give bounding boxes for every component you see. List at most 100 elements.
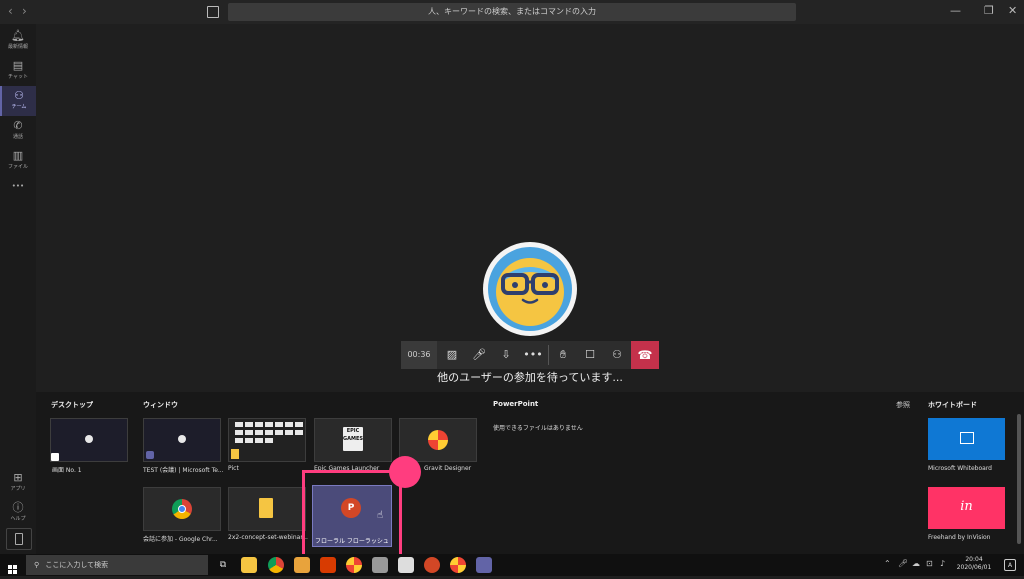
- back-button[interactable]: ‹: [8, 4, 13, 18]
- rail-item-label: ヘルプ: [10, 516, 26, 522]
- invision-icon: in: [960, 499, 973, 514]
- divider: [548, 345, 549, 365]
- desktop-screen-thumbnail[interactable]: [50, 418, 128, 462]
- window-thumbnail-zip[interactable]: [228, 487, 306, 531]
- teams-icon: [146, 451, 154, 459]
- taskbar-search-input[interactable]: ⚲ ここに入力して検索: [26, 555, 208, 575]
- desktop-section-header: デスクトップ: [51, 401, 93, 409]
- rail-item-label: チャット: [8, 74, 28, 80]
- raise-hand-button[interactable]: ✋︎: [550, 341, 576, 369]
- waiting-message: 他のユーザーの参加を待っています...: [437, 371, 623, 384]
- window-thumbnail-chrome[interactable]: [143, 487, 221, 531]
- monitor-icon: [51, 453, 59, 461]
- close-button[interactable]: ✕: [1008, 4, 1017, 17]
- compose-icon[interactable]: [207, 6, 219, 18]
- window-section-header: ウィンドウ: [143, 401, 178, 409]
- rail-item-calls[interactable]: ✆ 通話: [0, 116, 36, 146]
- network-icon[interactable]: ⊡: [926, 559, 933, 568]
- epic-games-icon[interactable]: [398, 557, 414, 573]
- participants-button[interactable]: ⚇: [604, 341, 630, 369]
- device-button[interactable]: [6, 528, 32, 550]
- whiteboard-icon: [960, 432, 974, 444]
- title-bar: ‹ › 人、キーワードの検索、またはコマンドの入力 — ❐ ✕: [0, 0, 1024, 24]
- app-icon[interactable]: [372, 557, 388, 573]
- rail-item-chat[interactable]: ▤ チャット: [0, 56, 36, 86]
- powerpoint-section-header: PowerPoint: [493, 400, 539, 408]
- gravit-designer-icon[interactable]: [450, 557, 466, 573]
- browse-button[interactable]: 参照: [896, 400, 910, 410]
- app-rail: 🔔︎ 最新情報 ▤ チャット ⚇ チーム ✆ 通話 ▥ ファイル ••• ⊞ ア…: [0, 24, 36, 554]
- powerpoint-icon[interactable]: [424, 557, 440, 573]
- notification-icon[interactable]: A: [1004, 559, 1016, 571]
- tray-scrollbar[interactable]: [1017, 414, 1021, 544]
- mobile-icon: [15, 533, 23, 545]
- office-icon[interactable]: [320, 557, 336, 573]
- window-thumbnail-gravit[interactable]: [399, 418, 477, 462]
- rail-item-label: アプリ: [10, 486, 26, 492]
- help-icon: ⓘ: [12, 501, 24, 514]
- taskbar-search-placeholder: ここに入力して検索: [45, 561, 109, 569]
- file-explorer-icon[interactable]: [241, 557, 257, 573]
- thumbnail-caption: Microsoft Whiteboard: [928, 465, 992, 472]
- phone-icon: ✆: [13, 119, 23, 132]
- clock-date: 2020/06/01: [956, 564, 992, 571]
- selection-highlight: [302, 470, 402, 560]
- microsoft-whiteboard-tile[interactable]: [928, 418, 1005, 460]
- chat-button[interactable]: ☐: [577, 341, 603, 369]
- cloud-icon[interactable]: ☁︎: [912, 559, 920, 568]
- microphone-icon: 🎤︎: [472, 348, 486, 361]
- window-thumbnail-teams[interactable]: [143, 418, 221, 462]
- avatar: [178, 435, 186, 443]
- teams-icon[interactable]: [476, 557, 492, 573]
- zip-folder-icon: [259, 498, 273, 518]
- share-button[interactable]: ⇩: [493, 341, 519, 369]
- epic-games-icon: EPIC GAMES: [343, 427, 363, 451]
- share-screen-icon: ⇩: [501, 348, 511, 361]
- clock-time: 20:04: [965, 556, 983, 563]
- thumbnail-caption: TEST (会議) | Microsoft Te...: [143, 467, 223, 474]
- mic-toggle-button[interactable]: 🎤︎: [466, 341, 492, 369]
- chat-icon: ▤: [12, 59, 24, 72]
- command-search-input[interactable]: 人、キーワードの検索、またはコマンドの入力: [228, 3, 796, 21]
- task-view-icon[interactable]: ⧉: [215, 557, 231, 573]
- thumbnail-caption: Pict: [228, 465, 239, 472]
- rail-item-label: ファイル: [7, 164, 28, 170]
- no-files-message: 使用できるファイルはありません: [493, 425, 583, 432]
- more-actions-button[interactable]: •••: [520, 341, 546, 369]
- hang-up-icon: ☎︎: [637, 348, 653, 362]
- thumbnail-caption: Freehand by InVision: [928, 534, 991, 541]
- gravit-designer-icon[interactable]: [346, 557, 362, 573]
- chrome-icon[interactable]: [268, 557, 284, 573]
- minimize-button[interactable]: —: [950, 4, 961, 17]
- thumbnail-caption: 画面 No. 1: [52, 467, 82, 474]
- camera-toggle-button[interactable]: ▨: [439, 341, 465, 369]
- chevron-up-icon[interactable]: ⌃: [884, 559, 891, 568]
- forward-button[interactable]: ›: [22, 4, 27, 18]
- rail-item-help[interactable]: ⓘ ヘルプ: [0, 498, 36, 528]
- volume-icon[interactable]: ♪: [940, 559, 945, 568]
- chat-bubble-icon: ☐: [585, 348, 595, 361]
- rail-item-activity[interactable]: 🔔︎ 最新情報: [0, 26, 36, 56]
- bell-icon: 🔔︎: [11, 29, 25, 42]
- hang-up-button[interactable]: ☎︎: [631, 341, 659, 369]
- windows-start-icon[interactable]: [8, 560, 18, 574]
- rail-item-files[interactable]: ▥ ファイル: [0, 146, 36, 176]
- window-thumbnail-epic[interactable]: EPIC GAMES: [314, 418, 392, 462]
- restore-button[interactable]: ❐: [984, 4, 994, 17]
- more-apps-button[interactable]: •••: [0, 182, 36, 190]
- taskbar-clock[interactable]: 20:04 2020/06/01: [954, 556, 994, 572]
- avatar: [85, 435, 93, 443]
- sublime-icon[interactable]: [294, 557, 310, 573]
- ellipsis-icon: •••: [523, 348, 543, 361]
- rail-item-label: 通話: [12, 134, 23, 140]
- rail-item-apps[interactable]: ⊞ アプリ: [0, 468, 36, 498]
- avatar: [483, 242, 577, 336]
- freehand-invision-tile[interactable]: in: [928, 487, 1005, 529]
- whiteboard-section-header: ホワイトボード: [928, 401, 977, 409]
- click-indicator: [389, 456, 421, 488]
- microphone-icon[interactable]: 🎤︎: [898, 559, 908, 568]
- image-grid-icon: [231, 422, 303, 459]
- rail-item-teams[interactable]: ⚇ チーム: [0, 86, 36, 116]
- window-thumbnail-pict[interactable]: [228, 418, 306, 462]
- chrome-icon: [172, 499, 192, 519]
